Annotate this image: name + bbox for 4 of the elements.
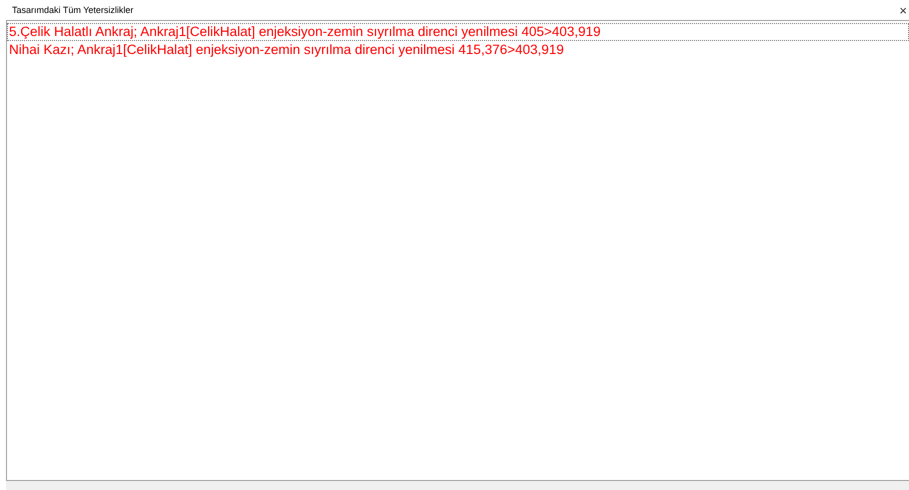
list-item[interactable]: Nihai Kazı; Ankraj1[CelikHalat] enjeksiyon-zemin sıyrılma direnci yenilmesi 415,376>403,919 [7,41,909,59]
close-button[interactable]: × [897,4,909,16]
list-item[interactable]: 5.Çelik Halatlı Ankraj; Ankraj1[CelikHalat] enjeksiyon-zemin sıyrılma direnci yenilmesi 405>403,919 [7,23,909,41]
window-title: Tasarımdaki Tüm Yetersizlikler [12,5,134,15]
